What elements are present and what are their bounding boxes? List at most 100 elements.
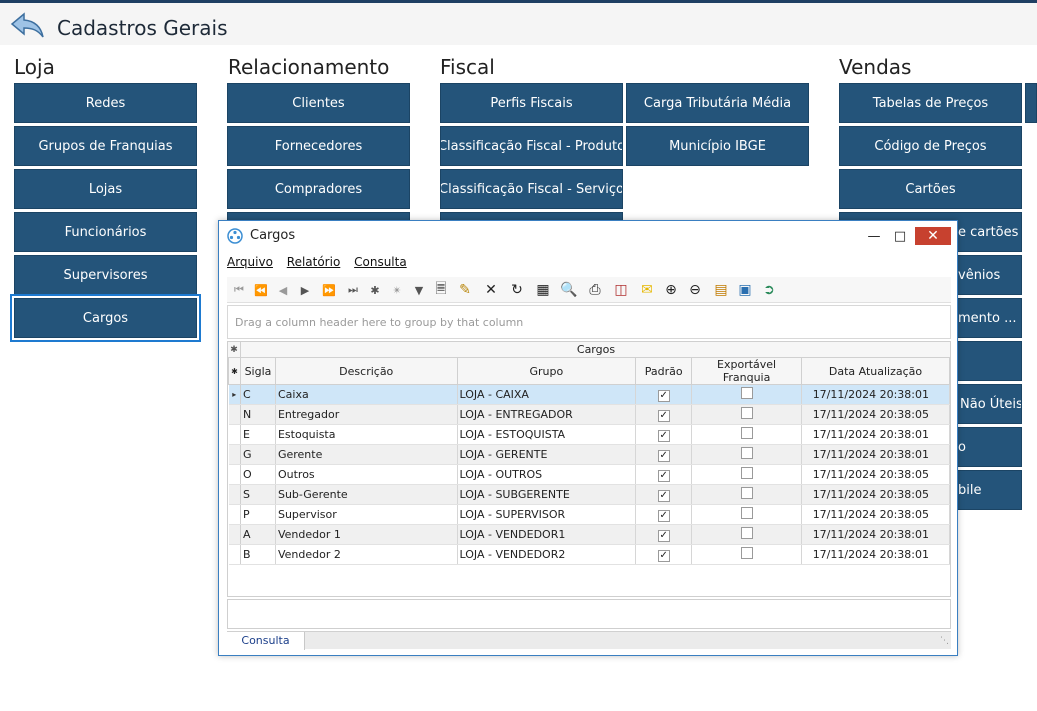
table-row[interactable]: A Vendedor 1 LOJA - VENDEDOR1 ✓ 17/11/2024 2… [228,524,950,545]
cell-sigla[interactable]: S [240,484,276,505]
checkbox-checked[interactable]: ✓ [657,549,670,562]
print-icon[interactable]: ⎙ [585,280,605,300]
column-header-data[interactable]: Data Atualização [800,358,950,385]
cell-exportavel[interactable] [691,484,802,505]
cell-padrao[interactable]: ✓ [635,384,693,405]
cell-grupo[interactable]: LOJA - ENTREGADOR [457,404,637,425]
column-header-padrao[interactable]: Padrão [635,358,693,385]
tile-classificacao-servico[interactable]: Classificação Fiscal - Serviço [440,169,623,209]
cell-descricao[interactable]: Entregador [275,404,458,425]
checkbox-checked[interactable]: ✓ [657,409,670,422]
cell-padrao[interactable]: ✓ [635,444,693,465]
tile-cargos[interactable]: Cargos [10,294,201,342]
cell-exportavel[interactable] [691,444,802,465]
prev-page-icon[interactable]: ⏪ [251,280,271,300]
cell-padrao[interactable]: ✓ [635,544,693,565]
new-document-icon[interactable]: 🗏 [431,280,451,300]
cell-data[interactable]: 17/11/2024 20:38:05 [801,464,950,485]
cell-exportavel[interactable] [691,424,802,445]
cell-grupo[interactable]: LOJA - CAIXA [457,384,637,405]
checkbox-checked[interactable]: ✓ [657,429,670,442]
cell-data[interactable]: 17/11/2024 20:38:05 [801,504,950,525]
layout-icon[interactable]: ▣ [735,280,755,300]
column-header-exportavel[interactable]: Exportável Franquia [691,358,802,385]
cell-data[interactable]: 17/11/2024 20:38:01 [801,444,950,465]
tile-supervisores[interactable]: Supervisores [14,255,197,295]
back-arrow-icon[interactable] [10,11,46,39]
minimize-icon[interactable]: — [861,227,887,245]
row-indicator-icon[interactable] [228,524,241,545]
checkbox-unchecked[interactable] [740,487,753,499]
cell-padrao[interactable]: ✓ [635,484,693,505]
checkbox-checked[interactable]: ✓ [657,389,670,402]
cell-exportavel[interactable] [691,404,802,425]
columns-icon[interactable]: ▤ [711,280,731,300]
checkbox-unchecked[interactable] [740,447,753,459]
cell-data[interactable]: 17/11/2024 20:38:05 [801,484,950,505]
cell-sigla[interactable]: C [240,384,276,405]
next-page-icon[interactable]: ⏩ [319,280,339,300]
resize-grip-icon[interactable]: ⋱ [940,636,949,646]
cell-padrao[interactable]: ✓ [635,524,693,545]
cell-exportavel[interactable] [691,384,802,405]
cell-grupo[interactable]: LOJA - VENDEDOR1 [457,524,637,545]
checkbox-unchecked[interactable] [740,507,753,519]
cell-data[interactable]: 17/11/2024 20:38:01 [801,384,950,405]
tile-cut-right[interactable] [1025,83,1037,123]
append-record-icon[interactable]: ✴ [387,280,407,300]
tile-grupos-de-franquias[interactable]: Grupos de Franquias [14,126,197,166]
cell-descricao[interactable]: Outros [275,464,458,485]
zoom-in-icon[interactable]: ⊕ [661,280,681,300]
cell-data[interactable]: 17/11/2024 20:38:05 [801,404,950,425]
cell-grupo[interactable]: LOJA - GERENTE [457,444,637,465]
cell-sigla[interactable]: B [240,544,276,565]
tile-perfis-fiscais[interactable]: Perfis Fiscais [440,83,623,123]
tile-fornecedores[interactable]: Fornecedores [227,126,410,166]
tile-clientes[interactable]: Clientes [227,83,410,123]
cell-padrao[interactable]: ✓ [635,424,693,445]
row-indicator-icon[interactable] [228,444,241,465]
cell-data[interactable]: 17/11/2024 20:38:01 [801,524,950,545]
row-indicator-icon[interactable]: ▸ [228,384,241,405]
tab-consulta[interactable]: Consulta [227,632,305,650]
column-header-grupo[interactable]: Grupo [456,358,637,385]
edit-document-icon[interactable]: ✎ [455,280,475,300]
tile-funcionarios[interactable]: Funcionários [14,212,197,252]
cell-descricao[interactable]: Gerente [275,444,458,465]
cell-data[interactable]: 17/11/2024 20:38:01 [801,544,950,565]
row-indicator-header-icon[interactable]: ✱ [228,358,241,385]
checkbox-checked[interactable]: ✓ [657,529,670,542]
tile-municipio-ibge[interactable]: Município IBGE [626,126,809,166]
zoom-out-icon[interactable]: ⊖ [685,280,705,300]
tile-tabelas-de-precos[interactable]: Tabelas de Preços [839,83,1022,123]
row-indicator-icon[interactable] [228,404,241,425]
first-record-icon[interactable]: ⏮ [229,280,249,300]
cell-padrao[interactable]: ✓ [635,404,693,425]
cell-exportavel[interactable] [691,544,802,565]
checkbox-unchecked[interactable] [740,527,753,539]
cell-padrao[interactable]: ✓ [635,464,693,485]
cell-sigla[interactable]: E [240,424,276,445]
checkbox-checked[interactable]: ✓ [657,489,670,502]
menu-relatorio[interactable]: Relatório [287,255,341,269]
cell-sigla[interactable]: G [240,444,276,465]
cell-exportavel[interactable] [691,524,802,545]
cell-grupo[interactable]: LOJA - VENDEDOR2 [457,544,637,565]
email-icon[interactable]: ✉ [637,280,657,300]
tile-classificacao-produto[interactable]: Classificação Fiscal - Produto [440,126,623,166]
cell-padrao[interactable]: ✓ [635,504,693,525]
cell-grupo[interactable]: LOJA - SUBGERENTE [457,484,637,505]
row-indicator-icon[interactable] [228,464,241,485]
export-icon[interactable]: ◫ [611,280,631,300]
table-row[interactable]: E Estoquista LOJA - ESTOQUISTA ✓ 17/11/2024 … [228,424,950,445]
cell-descricao[interactable]: Caixa [275,384,458,405]
table-row[interactable]: P Supervisor LOJA - SUPERVISOR ✓ 17/11/2024 … [228,504,950,525]
column-header-descricao[interactable]: Descrição [274,358,458,385]
cell-grupo[interactable]: LOJA - OUTROS [457,464,637,485]
cell-exportavel[interactable] [691,464,802,485]
insert-record-icon[interactable]: ✱ [365,280,385,300]
cell-descricao[interactable]: Estoquista [275,424,458,445]
row-indicator-icon[interactable] [228,544,241,565]
table-row[interactable]: N Entregador LOJA - ENTREGADOR ✓ 17/11/2024 … [228,404,950,425]
checkbox-unchecked[interactable] [740,407,753,419]
